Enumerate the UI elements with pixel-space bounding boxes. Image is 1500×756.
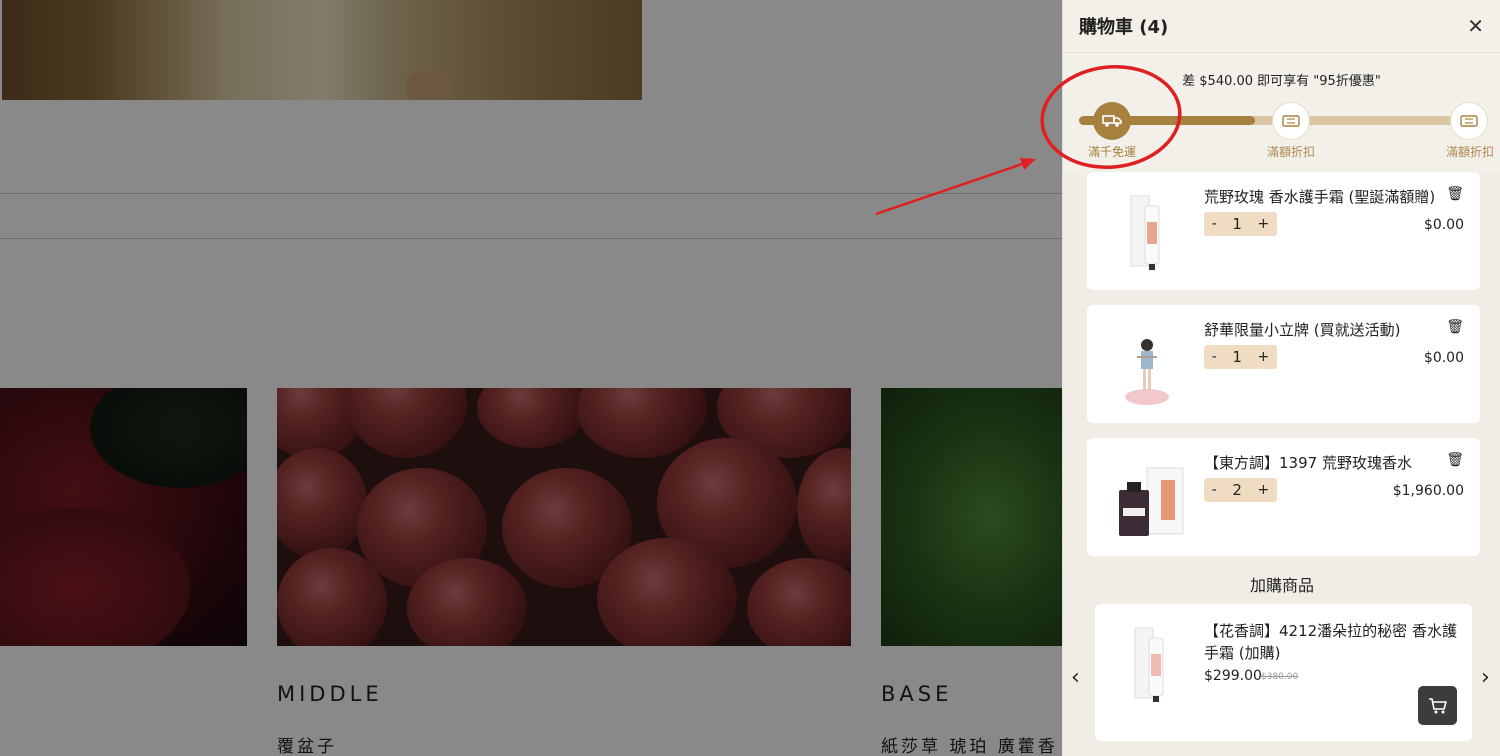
- item-name: 舒華限量小立牌 (買就送活動): [1204, 321, 1401, 339]
- cart-item: 荒野玫瑰 香水護手霜 (聖誕滿額贈) 🗑 - 1 + $0.00: [1087, 172, 1480, 290]
- cart-item: 【東方調】1397 荒野玫瑰香水 🗑 - 2 + $1,960.00: [1087, 438, 1480, 556]
- quantity-stepper: - 1 +: [1204, 345, 1277, 369]
- trash-icon[interactable]: 🗑: [1446, 452, 1464, 468]
- trash-icon[interactable]: 🗑: [1446, 186, 1464, 202]
- reward-progress: 滿千免運 滿額折扣 滿額折扣: [1063, 91, 1500, 173]
- truck-icon: [1093, 102, 1131, 140]
- item-name: 【東方調】1397 荒野玫瑰香水: [1204, 454, 1412, 472]
- cart-body: 差 $540.00 即可享有 "95折優惠" 滿千免運 滿額折扣 滿額折扣: [1063, 53, 1500, 173]
- cart-title: 購物車 (4): [1079, 17, 1169, 38]
- qty-value: 1: [1232, 215, 1242, 233]
- cart-drawer: 購物車 (4) ✕ 差 $540.00 即可享有 "95折優惠" 滿千免運 滿額…: [1062, 0, 1500, 756]
- product-thumbnail: [1101, 319, 1191, 409]
- coupon-icon: [1272, 102, 1310, 140]
- item-price: $1,960.00: [1392, 483, 1464, 499]
- addon-price: $299.00: [1204, 668, 1262, 684]
- addon-section-title: 加購商品: [1249, 576, 1314, 595]
- product-thumbnail: [1101, 186, 1191, 276]
- qty-decrease-button[interactable]: -: [1212, 216, 1217, 232]
- item-name: 荒野玫瑰 香水護手霜 (聖誕滿額贈): [1204, 188, 1436, 206]
- promo-text: 差 $540.00 即可享有 "95折優惠": [1182, 74, 1381, 89]
- chevron-right-icon[interactable]: ›: [1481, 665, 1490, 690]
- addon-product-card: 【花香調】4212潘朵拉的秘密 香水護手霜 (加購) $299.00 $380.…: [1095, 604, 1472, 741]
- qty-decrease-button[interactable]: -: [1212, 482, 1217, 498]
- qty-increase-button[interactable]: +: [1257, 482, 1269, 498]
- modal-overlay[interactable]: [0, 0, 1062, 756]
- product-thumbnail: [1107, 620, 1197, 710]
- close-icon[interactable]: ✕: [1467, 14, 1484, 38]
- qty-value: 1: [1232, 348, 1242, 366]
- coupon-icon: [1450, 102, 1488, 140]
- qty-increase-button[interactable]: +: [1257, 216, 1269, 232]
- cart-icon: [1428, 697, 1447, 713]
- qty-value: 2: [1232, 481, 1242, 499]
- cart-item: 舒華限量小立牌 (買就送活動) 🗑 - 1 + $0.00: [1087, 305, 1480, 423]
- trash-icon[interactable]: 🗑: [1446, 319, 1464, 335]
- addon-original-price: $380.00: [1261, 672, 1299, 682]
- milestone-label: 滿額折扣: [1267, 145, 1316, 159]
- add-to-cart-button[interactable]: [1418, 686, 1457, 725]
- quantity-stepper: - 1 +: [1204, 212, 1277, 236]
- addon-name: 【花香調】4212潘朵拉的秘密 香水護手霜 (加購): [1204, 622, 1457, 662]
- quantity-stepper: - 2 +: [1204, 478, 1277, 502]
- milestone-label: 滿千免運: [1088, 145, 1137, 159]
- qty-increase-button[interactable]: +: [1257, 349, 1269, 365]
- milestone-label: 滿額折扣: [1446, 145, 1495, 159]
- qty-decrease-button[interactable]: -: [1212, 349, 1217, 365]
- cart-header: 購物車 (4) ✕: [1063, 0, 1500, 53]
- chevron-left-icon[interactable]: ‹: [1071, 665, 1080, 690]
- item-price: $0.00: [1423, 217, 1464, 233]
- item-price: $0.00: [1423, 350, 1464, 366]
- product-thumbnail: [1101, 452, 1191, 542]
